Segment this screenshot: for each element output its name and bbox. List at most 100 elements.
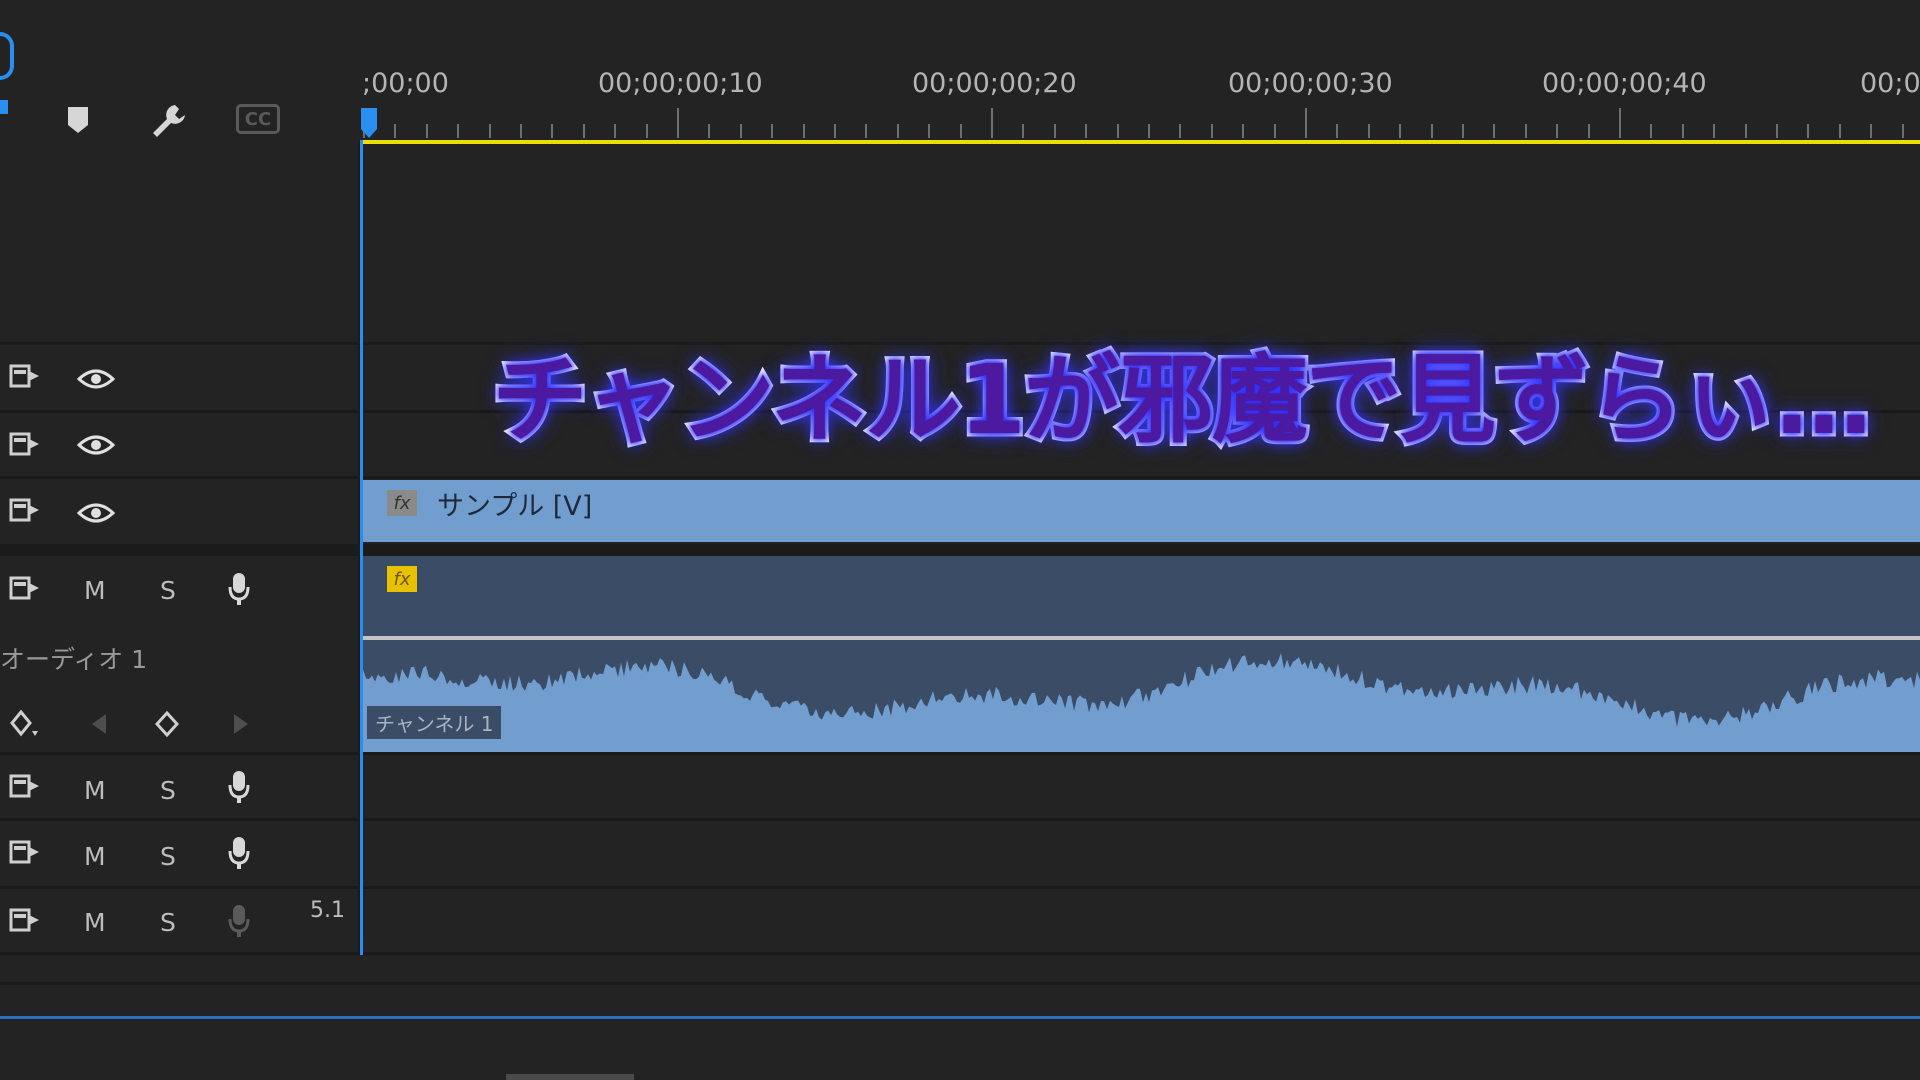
ruler-tick	[1776, 124, 1778, 138]
audio-clip[interactable]: fx チャンネル 1	[363, 556, 1920, 752]
ruler-tick	[928, 124, 930, 138]
ruler-tick	[1839, 124, 1841, 138]
ruler-tick	[740, 124, 742, 138]
track-output-icon[interactable]	[8, 362, 42, 390]
ruler-tick	[1399, 124, 1401, 138]
audio-waveform	[363, 653, 1920, 752]
ruler-tick	[1431, 124, 1433, 138]
channel-label: チャンネル 1	[367, 706, 502, 739]
ruler-tick	[1179, 124, 1181, 138]
marker-icon[interactable]	[64, 104, 92, 136]
snap-icon[interactable]	[0, 100, 8, 114]
ruler-tick	[1745, 124, 1747, 138]
microphone-icon[interactable]	[226, 902, 252, 940]
clip-label: サンプル [V]	[437, 491, 593, 522]
ruler-tick	[771, 124, 773, 138]
track-output-icon[interactable]	[8, 574, 42, 602]
solo-button[interactable]: S	[160, 908, 176, 937]
ruler-tick	[457, 124, 459, 138]
ruler-tick	[1054, 124, 1056, 138]
ruler-tick	[1242, 124, 1244, 138]
ruler-tick	[394, 124, 396, 138]
track-output-icon[interactable]	[8, 838, 42, 866]
ruler-tick	[1305, 108, 1307, 138]
timecode-30: 00;00;00;30	[1228, 68, 1393, 99]
ruler-tick	[1336, 124, 1338, 138]
eye-icon[interactable]	[76, 500, 116, 526]
ruler-tick	[1022, 124, 1024, 138]
ruler-tick	[614, 124, 616, 138]
ruler-tick	[1148, 124, 1150, 138]
ruler-tick	[1117, 124, 1119, 138]
prev-keyframe-icon[interactable]	[88, 710, 110, 738]
work-area-bar[interactable]	[361, 140, 1920, 144]
fx-badge: fx	[387, 566, 417, 592]
track-output-icon[interactable]	[8, 430, 42, 458]
ruler-tick	[646, 124, 648, 138]
ruler-tick	[520, 124, 522, 138]
captions-label: CC	[244, 108, 272, 130]
mute-button[interactable]: M	[84, 908, 106, 937]
mute-button[interactable]: M	[84, 576, 106, 605]
ruler-tick	[1368, 124, 1370, 138]
ruler-tick	[1274, 124, 1276, 138]
solo-button[interactable]: S	[160, 576, 176, 605]
ruler-tick	[1807, 124, 1809, 138]
ruler-tick	[1619, 108, 1621, 138]
waveform-shape	[363, 653, 1920, 752]
ruler-tick	[677, 108, 679, 138]
add-keyframe-icon[interactable]	[154, 710, 180, 738]
timecode-40: 00;00;00;40	[1542, 68, 1707, 99]
ruler-tick	[960, 124, 962, 138]
ruler-tick	[1493, 124, 1495, 138]
keyframe-menu-icon[interactable]	[8, 708, 42, 740]
solo-button[interactable]: S	[160, 776, 176, 805]
ruler-tick	[1870, 124, 1872, 138]
ruler-tick	[865, 124, 867, 138]
ruler-tick	[583, 124, 585, 138]
ruler-tick	[426, 124, 428, 138]
microphone-icon[interactable]	[226, 834, 252, 872]
ruler-tick	[991, 108, 993, 138]
ruler-tick	[1902, 124, 1904, 138]
track-output-icon[interactable]	[8, 906, 42, 934]
solo-button[interactable]: S	[160, 842, 176, 871]
audio-track-name: オーディオ 1	[0, 645, 148, 674]
next-keyframe-icon[interactable]	[230, 710, 252, 738]
channel-format-label: 5.1	[310, 898, 345, 923]
ruler-tick	[1682, 124, 1684, 138]
playhead-line[interactable]	[360, 140, 363, 955]
mute-button[interactable]: M	[84, 842, 106, 871]
ruler-tick	[708, 124, 710, 138]
captions-icon[interactable]: CC	[236, 104, 280, 134]
ruler-tick	[1211, 124, 1213, 138]
ruler-tick	[1650, 124, 1652, 138]
ruler-tick	[1713, 124, 1715, 138]
ruler-tick	[803, 124, 805, 138]
ruler-tick	[834, 124, 836, 138]
timecode-50: 00;0	[1860, 68, 1920, 99]
microphone-icon[interactable]	[226, 768, 252, 806]
timecode-10: 00;00;00;10	[598, 68, 763, 99]
ruler-tick	[489, 124, 491, 138]
ruler-tick	[551, 124, 553, 138]
track-output-icon[interactable]	[8, 772, 42, 800]
eye-icon[interactable]	[76, 366, 116, 392]
bottom-divider	[0, 1016, 1920, 1019]
scrollbar-thumb[interactable]	[506, 1074, 634, 1080]
microphone-icon[interactable]	[226, 570, 252, 608]
eye-icon[interactable]	[76, 432, 116, 458]
ruler-tick	[897, 124, 899, 138]
video-clip[interactable]: fx サンプル [V]	[363, 480, 1920, 542]
timecode-0: ;00;00	[362, 68, 449, 99]
mute-button[interactable]: M	[84, 776, 106, 805]
ruler-tick	[1085, 124, 1087, 138]
wrench-icon[interactable]	[148, 100, 190, 142]
ruler-tick	[1556, 124, 1558, 138]
volume-rubber-band[interactable]	[363, 636, 1920, 640]
track-output-icon[interactable]	[8, 496, 42, 524]
timecode-20: 00;00;00;20	[912, 68, 1077, 99]
ruler-tick	[1588, 124, 1590, 138]
ruler-tick	[1525, 124, 1527, 138]
fx-badge: fx	[387, 490, 417, 516]
